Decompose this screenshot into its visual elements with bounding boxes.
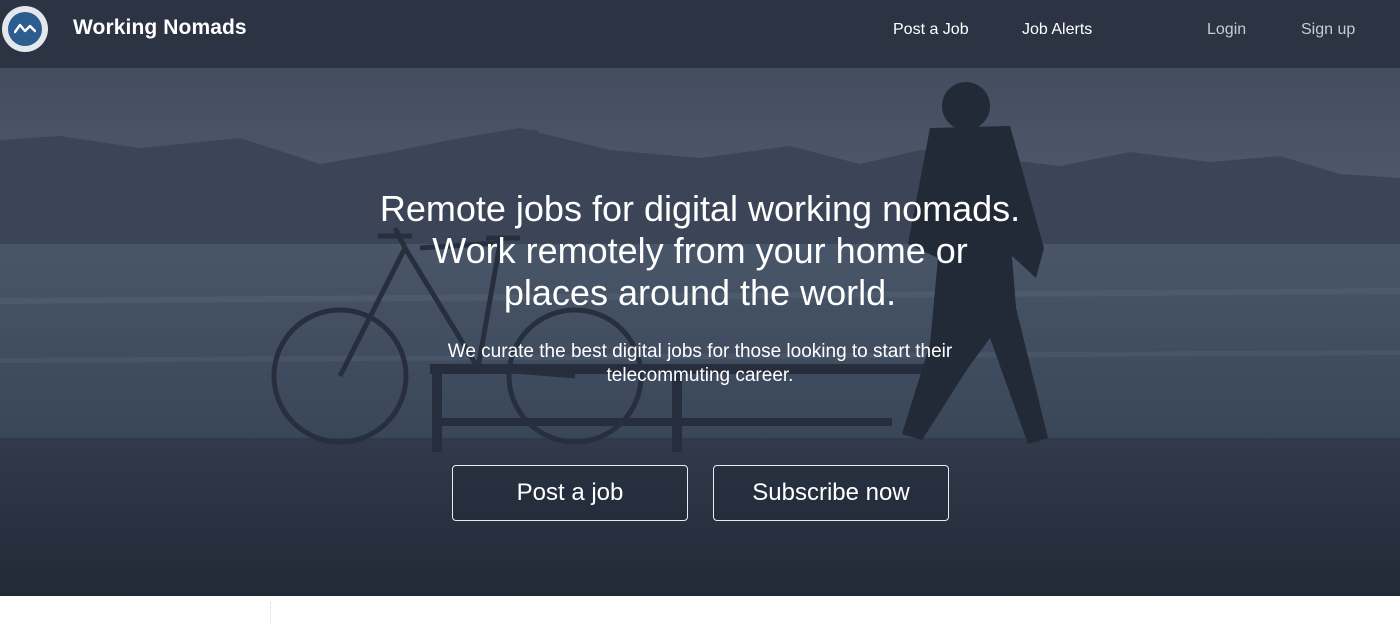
post-a-job-button[interactable]: Post a job bbox=[452, 465, 688, 521]
hero-headline: Remote jobs for digital working nomads. … bbox=[300, 188, 1100, 314]
hero-subtext-line: telecommuting career. bbox=[606, 365, 794, 386]
hero-background-photo bbox=[0, 68, 1400, 596]
brand-name[interactable]: Working Nomads bbox=[73, 16, 247, 40]
hero-section: Remote jobs for digital working nomads. … bbox=[0, 68, 1400, 596]
logo-wave-icon[interactable] bbox=[2, 6, 48, 52]
content-area bbox=[0, 596, 1400, 624]
nav-login[interactable]: Login bbox=[1207, 21, 1246, 39]
subscribe-now-button[interactable]: Subscribe now bbox=[713, 465, 949, 521]
hero-subtext-line: We curate the best digital jobs for thos… bbox=[447, 341, 953, 362]
nav-sign-up[interactable]: Sign up bbox=[1301, 21, 1355, 39]
hero-headline-line: places around the world. bbox=[503, 272, 897, 313]
top-navbar: Working Nomads Post a Job Job Alerts Log… bbox=[0, 0, 1400, 68]
column-divider bbox=[270, 602, 272, 624]
logo-inner bbox=[8, 12, 42, 46]
nav-post-a-job[interactable]: Post a Job bbox=[893, 21, 969, 39]
nav-job-alerts[interactable]: Job Alerts bbox=[1022, 21, 1092, 39]
hero-headline-line: Work remotely from your home or bbox=[432, 230, 968, 271]
hero-headline-line: Remote jobs for digital working nomads. bbox=[379, 188, 1021, 229]
page: Working Nomads Post a Job Job Alerts Log… bbox=[0, 0, 1400, 624]
hero-subtext: We curate the best digital jobs for thos… bbox=[360, 340, 1040, 388]
wave-logo-icon bbox=[14, 23, 36, 34]
